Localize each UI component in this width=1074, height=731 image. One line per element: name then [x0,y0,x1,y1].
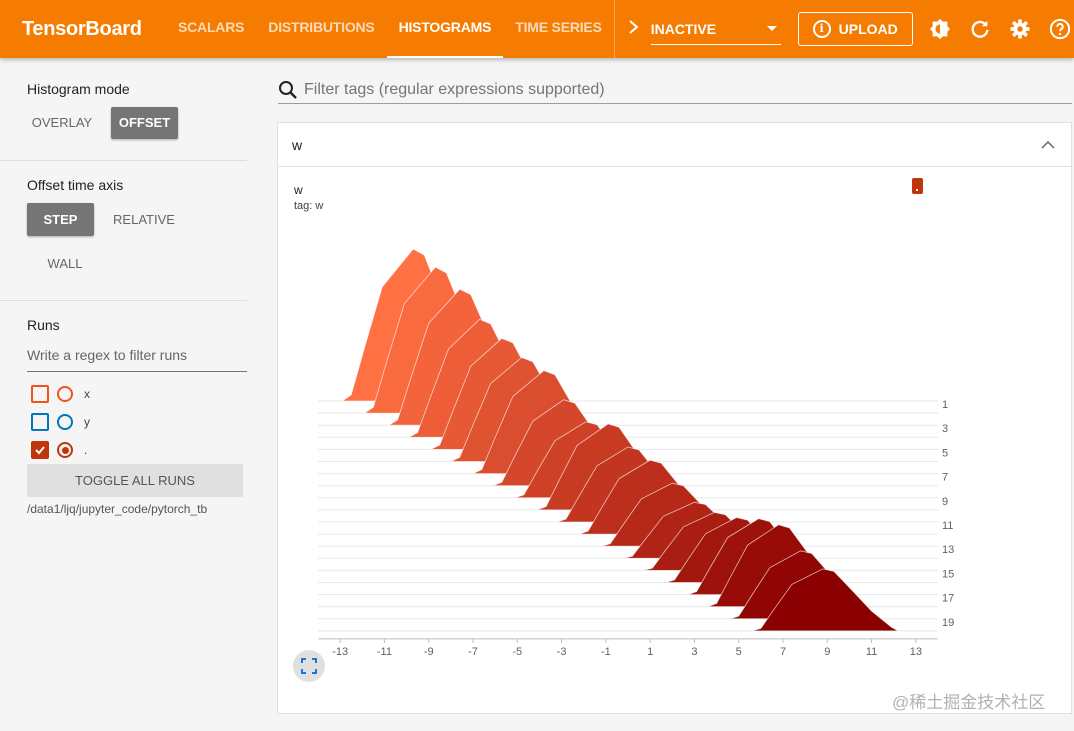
section-divider [0,160,247,161]
x-tick-label: 11 [866,646,877,658]
dashboard-tabs: SCALARS DISTRIBUTIONS HISTOGRAMS TIME SE… [166,0,614,58]
sidebar: Histogram mode OVERLAY OFFSET Offset tim… [0,58,262,731]
theme-icon[interactable] [928,17,952,41]
run-item-x[interactable]: x [31,384,90,404]
x-tick-label: 5 [736,646,742,658]
step-button[interactable]: STEP [27,203,94,236]
logdir-path: /data1/ljq/jupyter_code/pytorch_tb [27,502,208,516]
step-tick-label: 17 [942,593,954,605]
run-color-chip [912,178,923,194]
wall-button[interactable]: WALL [27,247,103,280]
tag-filter-input[interactable]: Filter tags (regular expressions support… [278,76,1072,104]
overlay-button[interactable]: OVERLAY [27,107,97,139]
inactive-dashboard-select[interactable]: INACTIVE [650,13,781,45]
run-label: x [84,387,90,401]
runs-title: Runs [27,317,60,333]
toggle-all-runs-button[interactable]: TOGGLE ALL RUNS [27,464,243,497]
reload-icon[interactable] [968,17,992,41]
x-tick-label: -11 [377,646,392,658]
run-checkbox[interactable] [31,385,49,403]
fullscreen-icon [301,658,317,674]
tab-scalars[interactable]: SCALARS [166,0,256,58]
radio-dot [61,446,69,454]
run-item-dot[interactable]: . [31,440,87,460]
x-tick-label: 1 [647,646,653,658]
offset-time-axis-title: Offset time axis [27,177,124,193]
tab-histograms[interactable]: HISTOGRAMS [386,0,504,58]
app-brand[interactable]: TensorBoard [22,18,157,41]
x-tick-label: 13 [910,646,922,658]
dropdown-caret-icon [766,26,777,31]
chevron-up-icon[interactable] [1041,140,1055,150]
x-tick-label: 3 [691,646,697,658]
run-label: . [84,443,88,457]
step-tick-label: 15 [942,568,954,580]
step-tick-label: 19 [942,617,954,629]
x-tick-label: -1 [601,646,611,658]
x-tick-label: 7 [780,646,786,658]
section-divider [0,300,247,301]
step-tick-label: 11 [942,520,953,532]
offset-button[interactable]: OFFSET [111,107,178,139]
run-checkbox-checked[interactable] [31,441,49,459]
run-item-y[interactable]: y [31,412,90,432]
search-icon [279,80,297,99]
upload-label: UPLOAD [838,21,898,37]
step-tick-label: 7 [942,472,948,484]
top-app-bar: TensorBoard SCALARS DISTRIBUTIONS HISTOG… [0,0,1074,58]
run-checkbox[interactable] [31,413,49,431]
x-tick-label: -3 [557,646,567,658]
histogram-card: w w tag: w -13 -11 -9 -7 -5 -3 -1 1 3 5 7 9 11 13 1 3 5 7… [277,122,1072,714]
step-tick-label: 13 [942,544,954,556]
tab-distributions[interactable]: DISTRIBUTIONS [256,0,386,58]
chevron-right-icon[interactable] [627,19,643,40]
x-tick-label: -5 [512,646,522,658]
watermark: @稀土掘金技术社区 [892,693,1046,712]
step-tick-label: 1 [942,399,948,411]
x-tick-label: -13 [332,646,348,658]
settings-icon[interactable] [1008,17,1032,41]
step-tick-label: 3 [942,423,948,435]
help-icon[interactable] [1048,17,1072,41]
upload-button[interactable]: i UPLOAD [797,12,913,46]
fullscreen-button[interactable] [293,650,325,682]
relative-button[interactable]: RELATIVE [106,203,182,236]
checkmark-icon [35,446,45,455]
histogram-chart: -13 -11 -9 -7 -5 -3 -1 1 3 5 7 9 11 13135791113151719 [318,248,954,658]
tag-filter-placeholder: Filter tags (regular expressions support… [304,80,605,98]
x-tick-label: 9 [824,646,830,658]
run-label: y [84,415,90,429]
x-tick-label: -9 [424,646,434,658]
run-filter-input[interactable]: Write a regex to filter runs [27,347,247,372]
step-tick-label: 9 [942,496,948,508]
inactive-select-value: INACTIVE [650,20,717,37]
step-tick-label: 5 [942,447,948,459]
histogram-mode-title: Histogram mode [27,81,130,97]
card-header[interactable]: w [278,123,1071,167]
run-radio-selected[interactable] [57,442,73,458]
tab-time-series[interactable]: TIME SERIES [503,0,613,58]
run-radio[interactable] [57,414,73,430]
toolbar-divider [613,0,615,58]
run-radio[interactable] [57,386,73,402]
info-icon: i [812,20,831,38]
card-title: w [292,136,303,153]
x-tick-label: -7 [468,646,478,658]
